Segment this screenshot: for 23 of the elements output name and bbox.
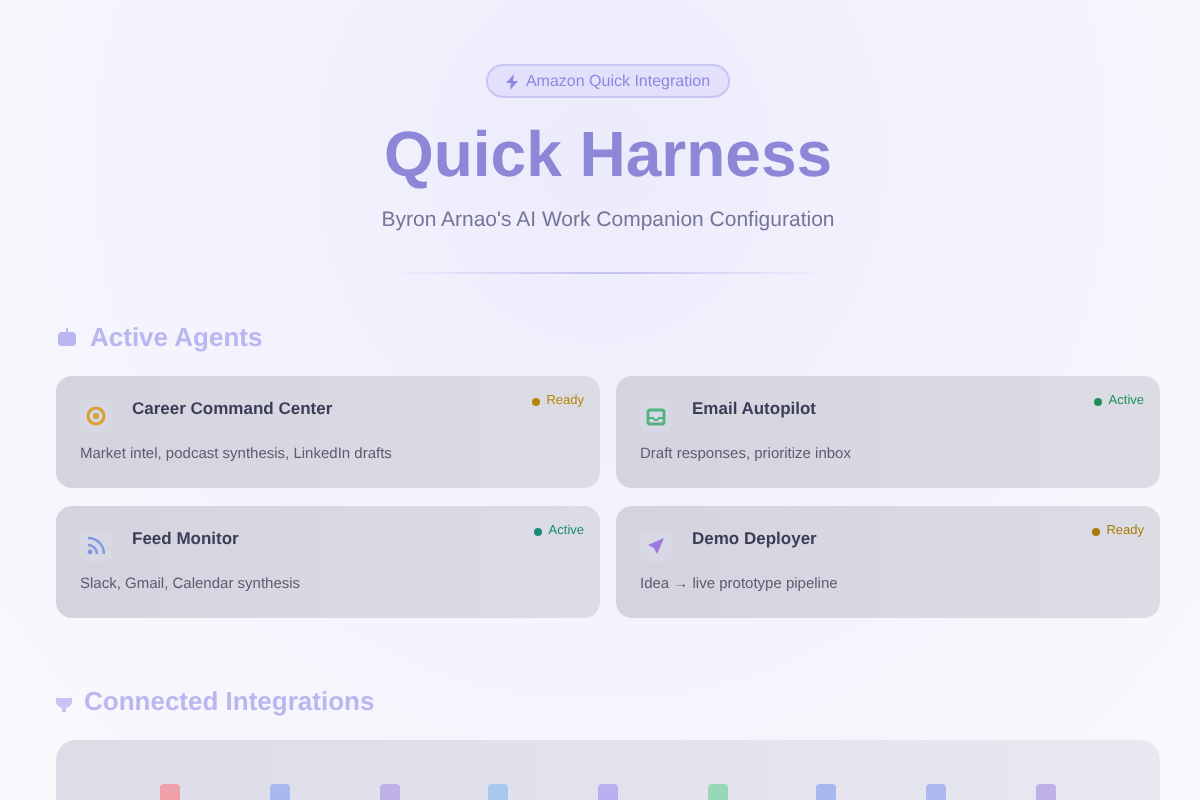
agent-name: Career Command Center: [132, 398, 335, 418]
inbox-icon: [646, 406, 666, 426]
target-icon: [86, 406, 106, 426]
integration-icon[interactable]: [707, 784, 728, 800]
agent-name: Email Autopilot: [692, 398, 819, 418]
robot-icon: [56, 328, 78, 346]
integration-icon[interactable]: [488, 784, 509, 800]
agent-name: Feed Monitor: [132, 528, 241, 548]
lightning-icon: [505, 73, 518, 89]
agent-name: Demo Deployer: [692, 528, 819, 548]
integration-icon[interactable]: [379, 784, 400, 800]
integration-icon[interactable]: [597, 784, 618, 800]
page-title: Quick Harness: [383, 118, 833, 192]
badge-label: Amazon Quick Integration: [525, 72, 711, 90]
integration-icon[interactable]: [160, 784, 181, 800]
integration-icon[interactable]: [269, 784, 290, 800]
section-title: Connected Integrations: [84, 686, 375, 716]
integration-icon[interactable]: [1035, 784, 1056, 800]
integration-icon[interactable]: [816, 784, 837, 800]
section-title: Active Agents: [90, 322, 263, 352]
page-subtitle: Byron Arnao's AI Work Companion Configuration: [381, 208, 835, 232]
rss-icon: [86, 536, 106, 556]
integration-icon[interactable]: [925, 784, 946, 800]
